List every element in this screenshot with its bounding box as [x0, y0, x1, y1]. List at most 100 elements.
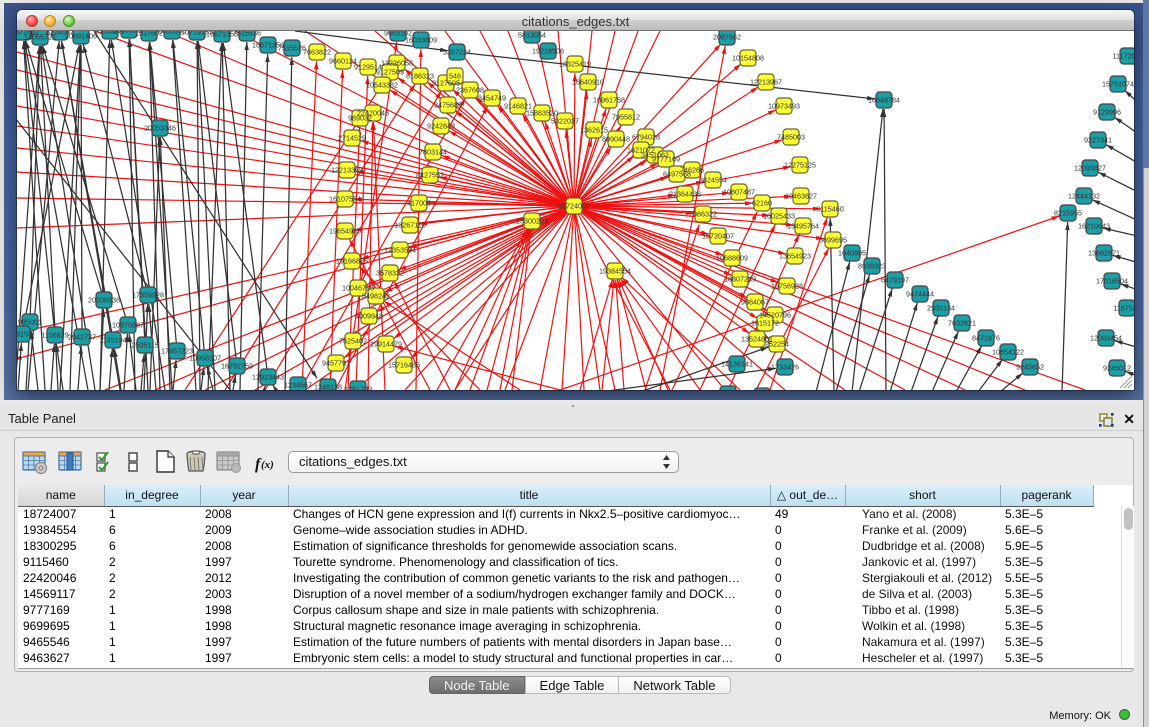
svg-text:8186323: 8186323	[406, 72, 434, 81]
svg-text:7986322: 7986322	[689, 210, 717, 219]
svg-text:7955812: 7955812	[612, 113, 640, 122]
svg-text:8454749: 8454749	[478, 94, 506, 103]
svg-text:1362615: 1362615	[580, 126, 608, 135]
svg-text:9227341: 9227341	[1084, 136, 1112, 145]
svg-text:8471676: 8471676	[972, 334, 1000, 343]
svg-text:19166825: 19166825	[336, 257, 368, 266]
svg-text:18724007: 18724007	[558, 202, 590, 211]
svg-text:13226058: 13226058	[381, 59, 413, 68]
svg-text:546: 546	[449, 72, 461, 81]
svg-text:1733426: 1733426	[771, 363, 799, 372]
svg-text:9084067: 9084067	[741, 298, 769, 307]
svg-text:2087662: 2087662	[713, 33, 741, 42]
svg-text:7663822: 7663822	[303, 48, 331, 57]
svg-text:1145194: 1145194	[99, 336, 126, 345]
svg-text:19463627: 19463627	[785, 192, 817, 201]
svg-text:417006: 417006	[407, 199, 431, 208]
svg-text:2935134: 2935134	[927, 304, 955, 313]
svg-text:13325419: 13325419	[559, 60, 591, 69]
svg-text:19384554: 19384554	[599, 267, 631, 276]
svg-text:1261709: 1261709	[344, 385, 372, 391]
svg-text:7803144: 7803144	[419, 148, 447, 157]
svg-text:10973493: 10973493	[768, 102, 800, 111]
svg-text:19914479: 19914479	[370, 340, 402, 349]
svg-text:7625402: 7625402	[339, 337, 367, 346]
svg-text:20691406: 20691406	[65, 32, 97, 41]
svg-text:3475685: 3475685	[434, 101, 462, 110]
svg-text:6794028: 6794028	[632, 133, 660, 142]
svg-text:39153: 39153	[17, 330, 32, 339]
svg-text:10975887: 10975887	[112, 321, 144, 330]
svg-text:16961758: 16961758	[593, 96, 625, 105]
svg-text:12093827: 12093827	[1074, 164, 1106, 173]
svg-text:12353594: 12353594	[384, 246, 416, 255]
svg-text:3578332: 3578332	[376, 269, 404, 278]
svg-text:25300203: 25300203	[516, 217, 548, 226]
svg-text:53594: 53594	[17, 331, 18, 340]
svg-text:1248138: 1248138	[314, 383, 342, 391]
svg-text:15751074: 15751074	[1102, 80, 1134, 89]
svg-text:8215955: 8215955	[1054, 209, 1082, 218]
svg-text:9115460: 9115460	[816, 205, 843, 214]
svg-text:12275125: 12275125	[784, 161, 816, 170]
svg-text:19756928: 19756928	[771, 282, 803, 291]
svg-text:995001: 995001	[18, 318, 42, 327]
svg-text:17016504: 17016504	[1096, 277, 1128, 286]
svg-text:7485003: 7485003	[777, 133, 805, 142]
svg-text:16033809: 16033809	[405, 36, 437, 45]
svg-text:746266: 746266	[680, 166, 704, 175]
svg-text:10688609: 10688609	[716, 254, 748, 263]
svg-text:1640995: 1640995	[838, 249, 866, 258]
svg-text:3624554: 3624554	[699, 176, 727, 185]
svg-text:12444132: 12444132	[1068, 192, 1100, 201]
svg-text:8427552: 8427552	[416, 171, 444, 180]
svg-text:21364436: 21364436	[669, 190, 701, 199]
svg-text:12213967: 12213967	[750, 78, 782, 87]
svg-text:7632621: 7632621	[948, 319, 976, 328]
svg-text:16107554: 16107554	[329, 195, 361, 204]
svg-text:15716485: 15716485	[388, 361, 420, 370]
svg-text:9457791: 9457791	[322, 359, 350, 368]
svg-text:16210643: 16210643	[1078, 222, 1110, 231]
svg-text:13692971: 13692971	[1088, 249, 1120, 258]
svg-text:16648784: 16648784	[868, 96, 900, 105]
svg-text:5322037: 5322037	[551, 117, 579, 126]
svg-text:2714529: 2714529	[338, 134, 366, 143]
svg-text:19654985: 19654985	[329, 227, 361, 236]
svg-text:10025433: 10025433	[763, 212, 795, 221]
svg-text:15720407: 15720407	[702, 232, 734, 241]
svg-text:9242848: 9242848	[427, 122, 455, 131]
svg-text:5813054: 5813054	[518, 31, 546, 40]
svg-text:9129514: 9129514	[354, 63, 382, 72]
svg-text:20053346: 20053346	[144, 124, 176, 133]
svg-text:4009948: 4009948	[355, 312, 383, 321]
svg-text:252254: 252254	[765, 340, 789, 349]
svg-text:13495764: 13495764	[787, 222, 819, 231]
svg-text:62160: 62160	[752, 199, 772, 208]
svg-text:10543382: 10543382	[366, 81, 398, 90]
svg-text:14136141: 14136141	[721, 360, 753, 369]
svg-text:7515526: 7515526	[278, 44, 306, 53]
svg-text:5498242: 5498242	[362, 292, 390, 301]
svg-text:(x): (x)	[261, 459, 274, 471]
svg-text:6699695: 6699695	[819, 236, 847, 245]
svg-text:18807249: 18807249	[724, 275, 756, 284]
svg-text:10654122: 10654122	[992, 348, 1024, 357]
svg-text:9129996: 9129996	[1093, 108, 1121, 117]
svg-text:7515536: 7515536	[233, 31, 261, 38]
svg-text:8990448: 8990448	[602, 135, 630, 144]
svg-text:20206536: 20206536	[88, 296, 120, 305]
svg-text:1234567: 1234567	[284, 381, 312, 390]
svg-text:9660124: 9660124	[329, 57, 357, 66]
svg-text:9245012: 9245012	[1103, 364, 1131, 373]
svg-text:10958107: 10958107	[189, 354, 221, 363]
svg-text:13654923: 13654923	[779, 252, 811, 261]
svg-text:1156829: 1156829	[41, 331, 68, 340]
svg-text:2505115: 2505115	[131, 341, 158, 350]
svg-text:9245652: 9245652	[1016, 363, 1044, 372]
svg-text:13267110: 13267110	[394, 221, 425, 230]
svg-text:12923443: 12923443	[252, 373, 284, 382]
svg-text:6479197: 6479197	[881, 276, 909, 285]
svg-text:12003454: 12003454	[1090, 334, 1122, 343]
svg-text:10807487: 10807487	[723, 188, 755, 197]
